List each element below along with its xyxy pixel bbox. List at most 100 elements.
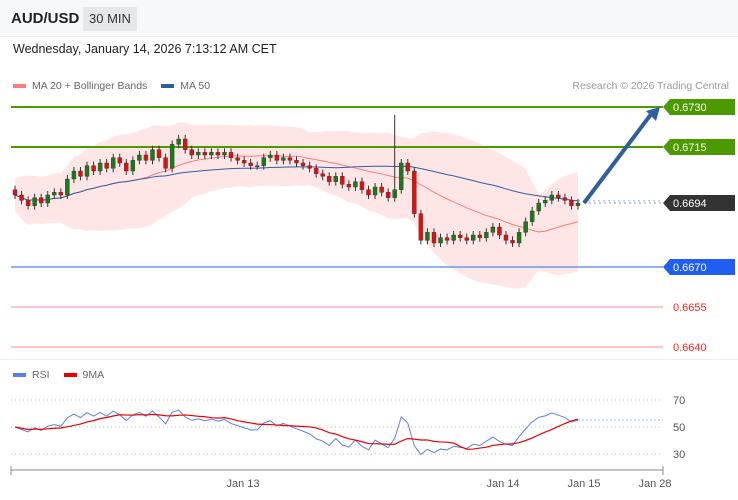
candle: [137, 154, 142, 161]
candle: [536, 202, 541, 212]
candle: [438, 237, 443, 244]
candle: [300, 162, 306, 166]
x-axis-label: Jan 13: [226, 478, 259, 490]
candle: [84, 165, 90, 177]
candle: [490, 226, 496, 233]
candle: [484, 232, 489, 238]
candle: [464, 237, 469, 241]
x-axis-label: Jan 14: [486, 478, 519, 490]
candle: [130, 160, 136, 172]
level-label-0.6640: 0.6640: [673, 342, 707, 354]
candle: [196, 152, 201, 156]
candle: [320, 173, 325, 177]
candle: [169, 144, 175, 169]
level-label-0.6694: 0.6694: [673, 198, 707, 210]
candle: [189, 149, 194, 156]
candle: [45, 194, 50, 204]
candle: [38, 197, 44, 204]
price-chart[interactable]: 0.6730 0.6715 0.6694 0.6670 0.6655 0.6640 70 50…: [0, 0, 738, 500]
candle: [418, 213, 424, 241]
candle: [91, 165, 96, 172]
candle: [274, 154, 280, 161]
candle: [287, 157, 293, 161]
candle: [575, 202, 581, 206]
candle: [228, 152, 234, 158]
candle: [431, 232, 437, 244]
level-label-0.6655: 0.6655: [673, 302, 707, 314]
candle: [385, 192, 391, 198]
x-axis-label: Jan 15: [567, 478, 600, 490]
candle: [451, 234, 456, 241]
candle: [255, 165, 260, 167]
level-label-0.6730: 0.6730: [673, 102, 707, 114]
candle: [261, 157, 266, 166]
x-axis-label: Jan 28: [638, 478, 671, 490]
candle: [366, 189, 371, 196]
candle: [471, 234, 476, 241]
candle: [25, 200, 31, 206]
candle: [510, 240, 515, 244]
candle: [52, 192, 57, 196]
candle: [313, 168, 319, 174]
candle: [294, 160, 299, 164]
rsi-ma-line: [14, 413, 579, 450]
candle: [372, 186, 378, 196]
candle: [529, 210, 535, 222]
level-label-0.6670: 0.6670: [673, 262, 707, 274]
candle: [124, 162, 129, 172]
candle: [523, 221, 528, 233]
candle: [516, 232, 522, 244]
candle: [65, 178, 70, 196]
candle: [497, 226, 502, 236]
candle: [425, 232, 430, 241]
candle: [97, 162, 103, 172]
candle: [209, 152, 214, 156]
candle: [235, 157, 240, 161]
candle: [399, 162, 404, 190]
candle: [110, 157, 116, 169]
candle: [379, 186, 384, 193]
candle: [543, 200, 548, 204]
candle: [117, 157, 122, 164]
candle: [268, 154, 273, 158]
level-label-0.6715: 0.6715: [673, 142, 707, 154]
candle: [327, 176, 332, 182]
candle: [412, 170, 417, 214]
candle: [58, 192, 64, 196]
candle: [32, 197, 37, 206]
rsi-axis-label: 50: [673, 422, 685, 434]
candle: [78, 170, 83, 177]
candle: [457, 234, 463, 238]
candle: [359, 181, 365, 190]
candle: [569, 200, 574, 206]
candle: [562, 197, 568, 201]
candle: [183, 138, 188, 150]
candle: [353, 181, 358, 188]
candle: [444, 237, 450, 241]
candle: [12, 189, 18, 196]
candle: [392, 189, 397, 198]
candle: [556, 194, 561, 198]
candle: [19, 194, 24, 201]
candle: [405, 162, 410, 172]
candle: [340, 176, 345, 185]
candle: [503, 234, 509, 241]
candle: [307, 165, 312, 169]
candle: [477, 234, 483, 238]
candle: [248, 162, 253, 166]
candle: [156, 149, 162, 158]
candle: [549, 194, 555, 201]
target-arrow: [582, 111, 654, 205]
rsi-axis-label: 70: [673, 395, 685, 407]
candle: [104, 162, 109, 169]
candle: [202, 152, 208, 156]
candle: [150, 149, 155, 161]
candle: [215, 152, 221, 156]
candle: [222, 152, 227, 156]
candle: [333, 176, 338, 182]
rsi-axis-label: 30: [673, 449, 685, 461]
candle: [346, 184, 352, 188]
candle: [71, 170, 77, 180]
candle: [281, 157, 286, 161]
rsi-line: [14, 409, 579, 456]
